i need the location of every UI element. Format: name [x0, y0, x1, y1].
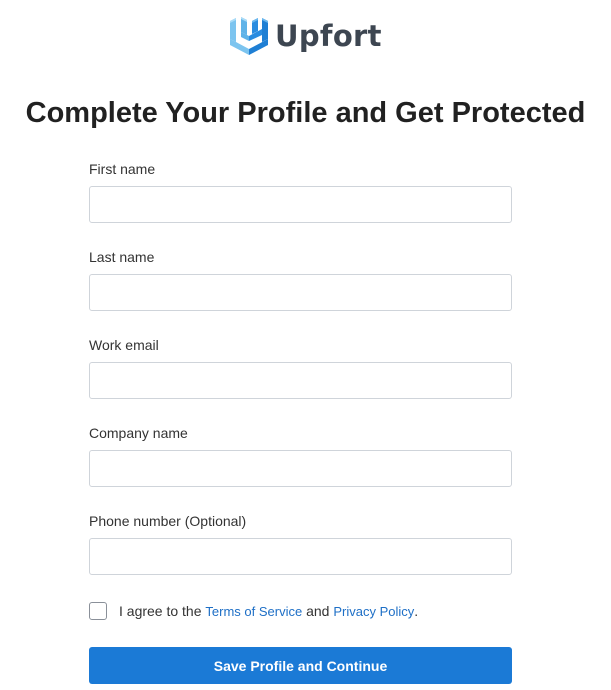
company-name-field: Company name — [89, 425, 512, 487]
consent-text-middle: and — [302, 602, 334, 619]
work-email-field: Work email — [89, 337, 512, 399]
terms-of-service-link[interactable]: Terms of Service — [205, 604, 302, 619]
privacy-policy-link[interactable]: Privacy Policy — [333, 604, 414, 619]
last-name-field: Last name — [89, 249, 512, 311]
first-name-field: First name — [89, 161, 512, 223]
company-name-label: Company name — [89, 425, 188, 441]
upfort-shield-logo-icon — [230, 17, 268, 55]
consent-text: I agree to the Terms of Service and Priv… — [119, 603, 418, 619]
terms-checkbox[interactable] — [89, 601, 107, 620]
work-email-label: Work email — [89, 337, 159, 353]
company-name-input[interactable] — [89, 450, 512, 487]
brand-name: Upfort — [275, 18, 382, 53]
first-name-input[interactable] — [89, 186, 512, 223]
first-name-label: First name — [89, 161, 156, 177]
brand-logo[interactable]: Upfort — [228, 14, 382, 58]
page-title: Complete Your Profile and Get Protected — [25, 97, 586, 129]
last-name-input[interactable] — [89, 274, 512, 311]
phone-number-label: Phone number (Optional) — [89, 513, 247, 529]
save-profile-button[interactable]: Save Profile and Continue — [89, 647, 512, 684]
consent-text-after: . — [414, 602, 419, 619]
work-email-input[interactable] — [89, 362, 512, 399]
phone-number-input[interactable] — [89, 538, 512, 575]
consent-text-before: I agree to the — [119, 602, 206, 619]
phone-number-field: Phone number (Optional) — [89, 513, 512, 575]
last-name-label: Last name — [89, 249, 155, 265]
terms-consent: I agree to the Terms of Service and Priv… — [89, 601, 512, 620]
